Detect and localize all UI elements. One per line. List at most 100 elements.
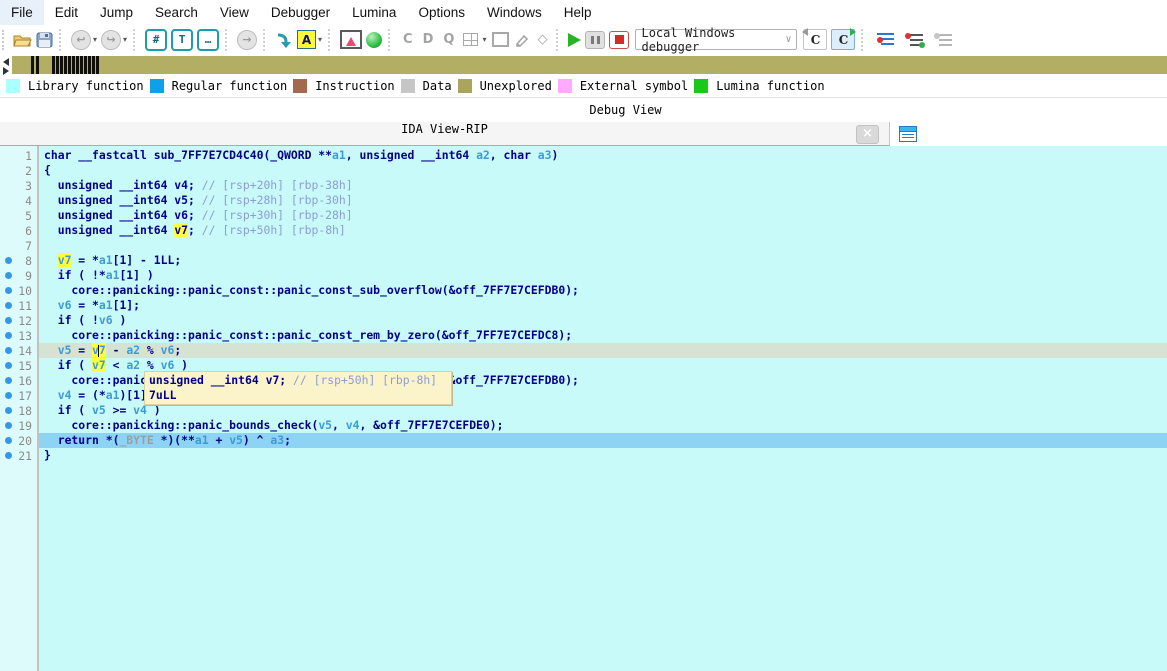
code-line-1[interactable]: char __fastcall sub_7FF7E7CD4C40(_QWORD …: [39, 148, 1167, 163]
chevron-down-icon[interactable]: ▾: [318, 35, 322, 44]
line-bullet-empty[interactable]: [5, 212, 12, 219]
gutter-line[interactable]: 8: [0, 253, 37, 268]
breakpoint-list-button[interactable]: [873, 29, 898, 51]
line-bullet-empty[interactable]: [5, 197, 12, 204]
line-bullet-icon[interactable]: [5, 422, 12, 429]
line-bullet-icon[interactable]: [5, 437, 12, 444]
suspend-process-button[interactable]: [585, 29, 605, 51]
line-bullet-icon[interactable]: [5, 332, 12, 339]
compile-c-button[interactable]: C: [803, 29, 827, 51]
code-line-18[interactable]: if ( v5 >= v4 ): [39, 403, 1167, 418]
gutter-line[interactable]: 2: [0, 163, 37, 178]
line-bullet-icon[interactable]: [5, 272, 12, 279]
menu-windows[interactable]: Windows: [476, 0, 553, 25]
code-line-10[interactable]: core::panicking::panic_const::panic_cons…: [39, 283, 1167, 298]
code-line-4[interactable]: unsigned __int64 v5; // [rsp+28h] [rbp-3…: [39, 193, 1167, 208]
window-frame-button[interactable]: [490, 29, 511, 51]
chevron-down-icon[interactable]: ▾: [93, 35, 97, 44]
ascii-strings-button[interactable]: A ▾: [297, 29, 322, 51]
code-line-7[interactable]: [39, 238, 1167, 253]
start-process-button[interactable]: [366, 29, 382, 51]
gutter-line[interactable]: 3: [0, 178, 37, 193]
line-bullet-icon[interactable]: [5, 302, 12, 309]
navigation-band[interactable]: [12, 56, 1167, 74]
code-line-9[interactable]: if ( !*a1[1] ): [39, 268, 1167, 283]
quick-compile-c-button[interactable]: C: [831, 29, 855, 51]
menu-search[interactable]: Search: [144, 0, 209, 25]
menu-file[interactable]: File: [0, 0, 44, 25]
code-line-19[interactable]: core::panicking::panic_bounds_check(v5, …: [39, 418, 1167, 433]
toolbar-grip[interactable]: [2, 30, 9, 50]
run-to-window-button[interactable]: [340, 29, 362, 51]
gutter-line[interactable]: 9: [0, 268, 37, 283]
diamond-button[interactable]: ◇: [534, 29, 550, 51]
add-breakpoint-button[interactable]: [902, 29, 927, 51]
nav-disabled-button[interactable]: →: [237, 29, 257, 51]
menu-help[interactable]: Help: [553, 0, 603, 25]
line-bullet-empty[interactable]: [5, 242, 12, 249]
jump-by-list-button[interactable]: …: [197, 29, 219, 51]
edit-sketch-button[interactable]: [515, 29, 530, 51]
gutter-line[interactable]: 16: [0, 373, 37, 388]
line-bullet-icon[interactable]: [5, 452, 12, 459]
gutter-line[interactable]: 21: [0, 448, 37, 463]
menu-jump[interactable]: Jump: [89, 0, 144, 25]
code-line-11[interactable]: v6 = *a1[1];: [39, 298, 1167, 313]
jump-by-name-button[interactable]: T: [171, 29, 193, 51]
gutter-line[interactable]: 11: [0, 298, 37, 313]
jump-back-button[interactable]: ↩ ▾: [71, 29, 97, 51]
continue-process-button[interactable]: [568, 29, 581, 51]
code-line-13[interactable]: core::panicking::panic_const::panic_cons…: [39, 328, 1167, 343]
line-bullet-icon[interactable]: [5, 392, 12, 399]
jump-to-address-button[interactable]: #: [145, 29, 167, 51]
code-line-2[interactable]: {: [39, 163, 1167, 178]
tab-debug-view[interactable]: Debug View: [0, 98, 1167, 122]
line-bullet-empty[interactable]: [5, 167, 12, 174]
line-bullet-icon[interactable]: [5, 287, 12, 294]
line-bullet-icon[interactable]: [5, 257, 12, 264]
menu-debugger[interactable]: Debugger: [260, 0, 341, 25]
pseudocode-view[interactable]: 123456789101112131415161718192021 char _…: [0, 146, 1167, 671]
code-line-3[interactable]: unsigned __int64 v4; // [rsp+20h] [rbp-3…: [39, 178, 1167, 193]
gutter-line[interactable]: 12: [0, 313, 37, 328]
line-bullet-icon[interactable]: [5, 407, 12, 414]
jump-forward-button[interactable]: ↪ ▾: [101, 29, 127, 51]
grid-add-button[interactable]: ▾: [461, 29, 486, 51]
breakpoint-disabled-button[interactable]: [931, 29, 956, 51]
gutter-line[interactable]: 17: [0, 388, 37, 403]
menu-edit[interactable]: Edit: [44, 0, 89, 25]
ida-view-title-bar[interactable]: IDA View-RIP ×: [0, 122, 890, 146]
create-struct-button[interactable]: Q: [440, 29, 457, 51]
chevron-down-icon[interactable]: ▾: [123, 35, 127, 44]
gutter-line[interactable]: 15: [0, 358, 37, 373]
code-line-12[interactable]: if ( !v6 ): [39, 313, 1167, 328]
navband-left-arrow[interactable]: [3, 58, 9, 66]
menu-lumina[interactable]: Lumina: [341, 0, 407, 25]
stop-process-button[interactable]: [609, 29, 629, 51]
step-arrow-button[interactable]: [275, 29, 293, 51]
window-icon-secondary[interactable]: [899, 126, 917, 142]
debugger-select[interactable]: Local Windows debugger ∨: [635, 29, 797, 50]
create-data-button[interactable]: D: [420, 29, 437, 51]
code-line-5[interactable]: unsigned __int64 v6; // [rsp+30h] [rbp-2…: [39, 208, 1167, 223]
gutter-line[interactable]: 6: [0, 223, 37, 238]
menu-options[interactable]: Options: [407, 0, 476, 25]
line-bullet-icon[interactable]: [5, 347, 12, 354]
gutter-line[interactable]: 1: [0, 148, 37, 163]
open-file-button[interactable]: [13, 29, 32, 51]
line-bullet-icon[interactable]: [5, 362, 12, 369]
chevron-down-icon[interactable]: ▾: [482, 35, 486, 44]
navband-right-arrow[interactable]: [3, 67, 9, 75]
line-bullet-empty[interactable]: [5, 152, 12, 159]
code-line-21[interactable]: }: [39, 448, 1167, 463]
line-bullet-icon[interactable]: [5, 317, 12, 324]
line-bullet-icon[interactable]: [5, 377, 12, 384]
gutter-line[interactable]: 4: [0, 193, 37, 208]
gutter-line[interactable]: 7: [0, 238, 37, 253]
gutter-line[interactable]: 14: [0, 343, 37, 358]
gutter-line[interactable]: 19: [0, 418, 37, 433]
gutter-line[interactable]: 18: [0, 403, 37, 418]
code-line-8[interactable]: v7 = *a1[1] - 1LL;: [39, 253, 1167, 268]
gutter-line[interactable]: 20: [0, 433, 37, 448]
code-line-20[interactable]: return *(_BYTE *)(**a1 + v5) ^ a3;: [39, 433, 1167, 448]
